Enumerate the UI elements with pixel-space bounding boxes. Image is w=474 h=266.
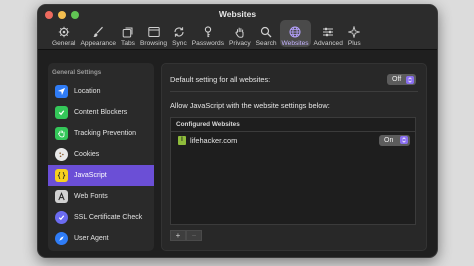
lifehacker-favicon-icon: l [178, 135, 186, 145]
website-setting-value: On [384, 136, 394, 144]
add-website-button[interactable]: + [170, 230, 186, 241]
default-setting-popup[interactable]: Off [387, 74, 416, 85]
hand-icon [235, 27, 244, 38]
tab-tabs-label: Tabs [121, 40, 135, 47]
tab-general[interactable]: General [50, 20, 77, 47]
sidebar-item-web-fonts[interactable]: Web Fonts [48, 186, 154, 207]
divider [170, 91, 418, 92]
tab-privacy-label: Privacy [229, 40, 251, 47]
tab-websites-label: Websites [281, 40, 309, 47]
location-arrow-icon [55, 85, 68, 98]
allow-javascript-label: Allow JavaScript with the website settin… [170, 101, 330, 110]
settings-sidebar: General Settings Location Content Blocke… [48, 63, 154, 251]
website-name: lifehacker.com [190, 135, 238, 145]
tab-advanced-label: Advanced [313, 40, 343, 47]
sidebar-item-label: Tracking Prevention [74, 130, 136, 137]
sidebar-item-ssl-certificate-check[interactable]: SSL Certificate Check [48, 207, 154, 228]
sidebar-item-user-agent[interactable]: User Agent [48, 228, 154, 249]
tab-passwords-label: Passwords [191, 40, 225, 47]
sidebar-item-location[interactable]: Location [48, 81, 154, 102]
tab-plus[interactable]: Plus [346, 20, 363, 47]
globe-icon [289, 26, 301, 38]
sliders-icon [323, 27, 334, 37]
sidebar-header: General Settings [52, 69, 102, 76]
default-setting-label: Default setting for all websites: [170, 75, 271, 84]
shield-check-icon [55, 106, 68, 119]
tabs-icon [122, 27, 133, 38]
sidebar-item-javascript[interactable]: JavaScript [48, 165, 154, 186]
chevron-updown-icon [406, 75, 414, 84]
preferences-toolbar: General Appearance Tabs Browsing Sync Pa… [50, 20, 364, 47]
tab-tabs[interactable]: Tabs [119, 20, 137, 47]
sidebar-item-cookies[interactable]: Cookies [48, 144, 154, 165]
brush-icon [93, 26, 104, 37]
window-title: Websites [218, 9, 257, 19]
title-bar: Websites General Appearance Tabs Browsin… [38, 5, 437, 50]
search-icon [260, 26, 272, 38]
compass-icon [55, 232, 68, 245]
sidebar-item-label: User Agent [74, 235, 109, 242]
tab-passwords[interactable]: Passwords [190, 20, 226, 47]
sidebar-item-content-blockers[interactable]: Content Blockers [48, 102, 154, 123]
font-letter-icon [55, 190, 68, 203]
sparkle-icon [348, 26, 361, 38]
sidebar-item-tracking-prevention[interactable]: Tracking Prevention [48, 123, 154, 144]
tab-browsing-label: Browsing [139, 40, 168, 47]
tab-sync[interactable]: Sync [170, 20, 189, 47]
tab-general-label: General [52, 40, 76, 47]
sidebar-item-label: JavaScript [74, 172, 107, 179]
sidebar-item-label: SSL Certificate Check [74, 214, 143, 221]
javascript-braces-icon [55, 169, 68, 182]
table-row[interactable]: l lifehacker.com On [171, 133, 415, 147]
browser-window-icon [147, 27, 160, 37]
certificate-check-icon [55, 211, 68, 224]
tab-search-label: Search [255, 40, 277, 47]
configured-websites-table: Configured Websites l lifehacker.com On [170, 117, 416, 225]
sync-icon [174, 27, 184, 37]
sidebar-item-label: Content Blockers [74, 109, 128, 116]
sidebar-item-label: Cookies [74, 151, 100, 158]
cookie-icon [55, 148, 68, 161]
tab-appearance-label: Appearance [80, 40, 117, 47]
tab-browsing[interactable]: Browsing [138, 20, 169, 47]
tab-appearance[interactable]: Appearance [78, 20, 118, 47]
add-remove-controls: + − [170, 230, 202, 241]
hand-stop-icon [55, 127, 68, 140]
default-setting-value: Off [392, 76, 402, 83]
sidebar-item-label: Web Fonts [74, 193, 108, 200]
chevron-updown-icon [400, 136, 408, 144]
remove-website-button[interactable]: − [186, 230, 202, 241]
tab-privacy[interactable]: Privacy [227, 20, 253, 47]
table-header: Configured Websites [171, 118, 415, 132]
preferences-window: Websites General Appearance Tabs Browsin… [37, 4, 438, 258]
tab-advanced[interactable]: Advanced [312, 20, 345, 47]
tab-sync-label: Sync [172, 40, 187, 47]
key-icon [204, 26, 212, 38]
gear-icon [58, 26, 69, 38]
tab-plus-label: Plus [347, 40, 361, 47]
javascript-settings-panel: Default setting for all websites: Off Al… [161, 63, 427, 251]
sidebar-item-label: Location [74, 88, 101, 95]
tab-search[interactable]: Search [254, 20, 279, 47]
website-setting-popup[interactable]: On [379, 134, 410, 146]
tab-websites[interactable]: Websites [279, 20, 311, 47]
